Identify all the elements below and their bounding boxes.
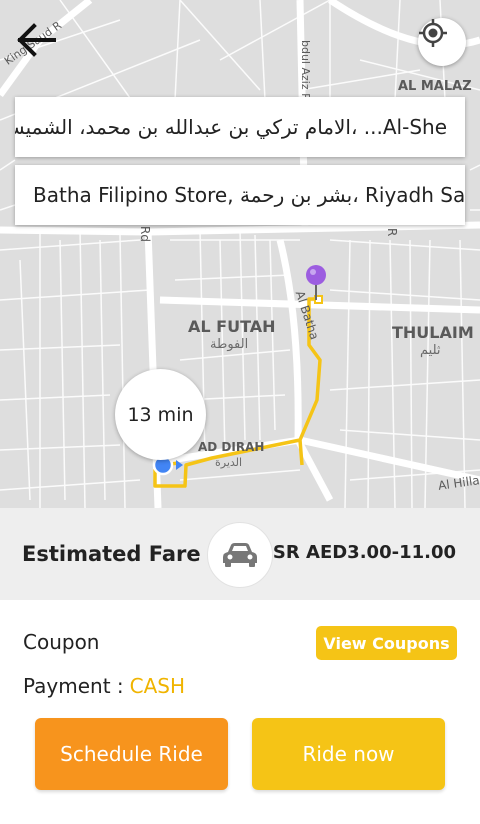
street-label-rd-left: Rd	[138, 226, 152, 242]
district-al-malaz: AL MALAZ	[398, 79, 472, 94]
map-streets	[0, 0, 480, 508]
drop-address-text: Batha Filipino Store, بشر بن رحمة، Riyad…	[33, 183, 465, 207]
district-ad-dirah-arabic: الديرة	[215, 456, 243, 469]
my-location-button[interactable]	[418, 18, 466, 66]
ride-now-button[interactable]: Ride now	[252, 718, 445, 790]
eta-text: 13 min	[127, 403, 194, 426]
schedule-ride-button[interactable]: Schedule Ride	[35, 718, 228, 790]
route-map[interactable]: King Saud R bdul Aziz Rd Rd R Al Batha A…	[0, 0, 480, 508]
payment-method-value[interactable]: CASH	[130, 674, 185, 698]
eta-bubble: 13 min	[115, 369, 206, 460]
estimated-fare-value: SR AED3.00-11.00	[272, 542, 456, 563]
gps-crosshair-icon	[419, 19, 447, 47]
pickup-address-field[interactable]: الامام تركي بن عبدالله بن محمد، الشميسي،…	[15, 97, 465, 157]
payment-label: Payment :	[23, 674, 124, 698]
car-icon	[223, 543, 257, 567]
vehicle-type-button[interactable]	[207, 522, 273, 588]
district-ad-dirah: AD DIRAH	[198, 440, 265, 454]
coupon-label: Coupon	[23, 630, 100, 654]
view-coupons-button[interactable]: View Coupons	[316, 626, 457, 660]
back-button[interactable]	[14, 22, 62, 66]
district-al-futah-arabic: الفوطة	[210, 337, 249, 352]
estimated-fare-label: Estimated Fare	[22, 542, 201, 566]
payment-row[interactable]: Payment : CASH	[23, 674, 185, 698]
district-al-futah: AL FUTAH	[188, 317, 276, 336]
street-label-rd-right: R	[385, 228, 399, 237]
drop-address-field[interactable]: Batha Filipino Store, بشر بن رحمة، Riyad…	[15, 165, 465, 225]
back-arrow-icon	[17, 23, 56, 57]
district-thulaim-arabic: ثليم	[420, 343, 441, 358]
district-thulaim: THULAIM	[392, 323, 474, 342]
pickup-address-text: الامام تركي بن عبدالله بن محمد، الشميسي،…	[15, 115, 447, 139]
fare-bar: Estimated Fare SR AED3.00-11.00	[0, 508, 480, 600]
